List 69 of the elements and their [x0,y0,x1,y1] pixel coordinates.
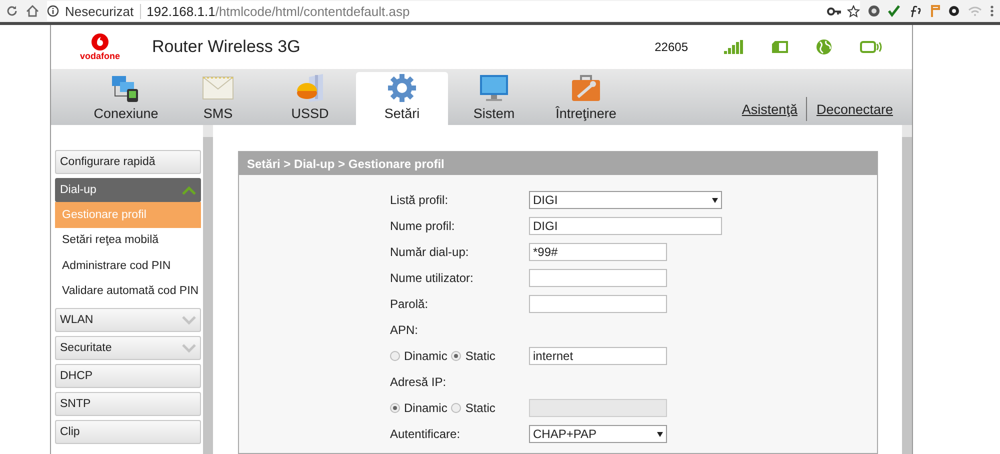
text-field[interactable]: DIGI [529,217,722,235]
menu-icon[interactable] [990,5,994,17]
nav-tab[interactable]: USSD [264,72,356,125]
field-label: APN: [390,323,418,337]
nav-tab[interactable]: Întreţinere [540,72,632,125]
network-icon [111,73,141,103]
sim-card-icon [772,41,788,53]
address-bar[interactable]: 192.168.1.1/htmlcode/html/contentdefault.asp [146,4,410,18]
operator-code: 22605 [654,40,688,54]
info-icon[interactable] [47,5,59,17]
radio-label: Static [465,349,496,363]
header-link[interactable]: Asistenţă [732,102,806,116]
scrollbar[interactable] [902,125,912,454]
field-label: Parolă: [390,297,430,311]
radio-label: Static [465,401,496,415]
toolbox-icon [570,73,602,103]
chevron-up-icon [182,186,196,194]
function-icon[interactable] [908,4,922,18]
nav-tab[interactable]: Sistem [448,72,540,125]
radio-button[interactable] [390,351,400,361]
logo-icon [91,33,109,51]
text-field[interactable] [529,269,667,287]
nav-tab[interactable]: SMS [172,72,264,125]
sidebar-item[interactable]: Configurare rapidă [55,150,201,174]
monitor-icon [478,73,510,103]
radio-label: Dinamic [404,401,448,415]
dropdown-caret-icon [657,432,663,436]
field-label: Nume profil: [390,219,456,233]
sidebar-group[interactable]: WLAN [55,308,201,332]
security-label[interactable]: Nesecurizat [65,4,141,18]
sidebar-item[interactable]: Clip [55,420,201,444]
nav-tab[interactable]: Conexiune [80,72,172,125]
text-field[interactable]: *99# [529,243,667,261]
text-field[interactable] [529,295,667,313]
dropdown-caret-icon [712,198,718,202]
dome-icon [295,73,325,103]
settings-icon[interactable] [948,5,960,17]
globe-icon [816,39,832,55]
field-label: Autentificare: [390,427,462,441]
text-field[interactable]: internet [529,347,667,365]
checkmark-icon[interactable] [888,5,900,17]
field-label: Nume utilizator: [390,271,474,285]
brand-name: vodafone [80,51,120,61]
sidebar-group[interactable]: Securitate [55,336,201,360]
reload-icon[interactable] [6,5,18,17]
page-title: Router Wireless 3G [152,37,300,57]
field-label: Listă profil: [390,193,450,207]
breadcrumb: Setări > Dial-up > Gestionare profil [239,152,877,175]
chevron-down-icon [182,344,196,352]
scrollbar[interactable] [203,125,213,454]
nav-tab[interactable]: Setări [356,72,448,125]
select-field[interactable]: DIGI [529,191,722,209]
radio-button[interactable] [451,351,462,361]
sidebar-item[interactable]: SNTP [55,392,201,416]
field-label: Adresă IP: [390,375,446,389]
extension-icon[interactable] [868,4,880,18]
select-field[interactable]: CHAP+PAP [529,425,667,443]
chevron-down-icon [182,316,196,324]
sidebar-group[interactable]: Dial-up [55,178,201,202]
key-icon[interactable] [827,6,841,16]
field-label: Număr dial-up: [390,245,470,259]
sidebar-item[interactable]: DHCP [55,364,201,388]
gear-icon [387,73,417,103]
header-link[interactable]: Deconectare [807,102,902,116]
device-signal-icon [860,41,882,53]
signal-icon [724,40,744,54]
star-icon[interactable] [847,4,860,18]
home-icon[interactable] [26,5,39,17]
radio-label: Dinamic [404,349,448,363]
